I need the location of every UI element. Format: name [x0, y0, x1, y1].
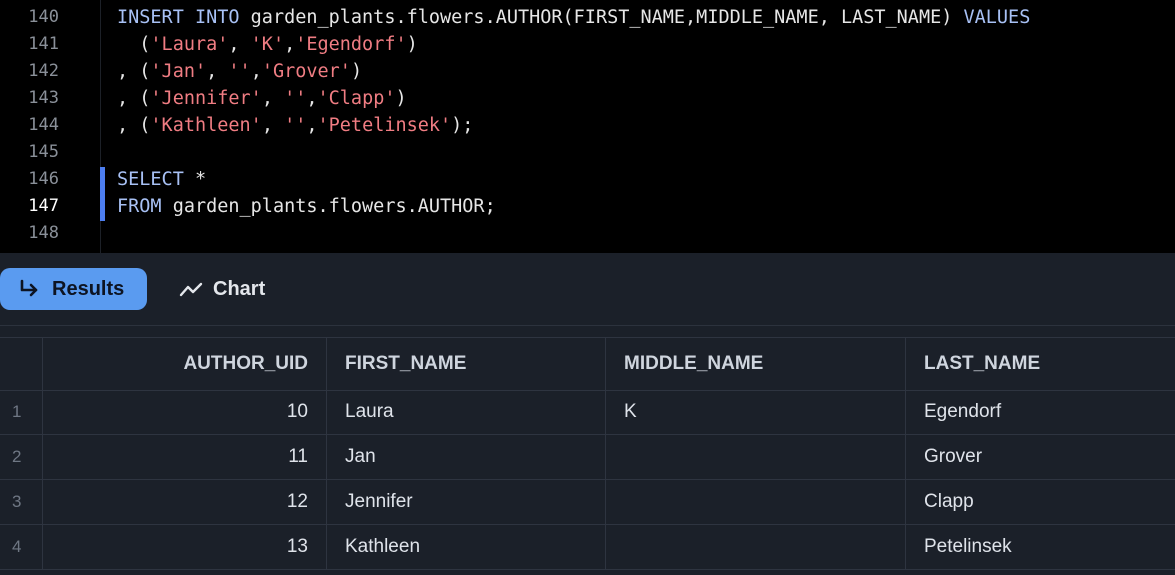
sql-text: , ( [117, 115, 151, 136]
sql-keyword: INSERT INTO [117, 7, 240, 28]
line-chart-icon [179, 279, 203, 299]
tab-chart[interactable]: Chart [161, 268, 291, 310]
table-row[interactable]: 3 12 Jennifer Clapp [0, 479, 1175, 525]
cell-last-name[interactable]: Egendorf [906, 389, 1175, 434]
sql-text: ); [451, 115, 474, 136]
sql-text: * [183, 169, 207, 190]
sql-text: , [261, 88, 285, 109]
line-number: 146 [28, 169, 59, 189]
table-row[interactable]: 1 10 Laura K Egendorf [0, 389, 1175, 435]
sql-text: garden_plants.flowers.AUTHOR; [161, 196, 496, 217]
sql-text: ) [406, 34, 418, 55]
row-index-header [0, 338, 43, 390]
line-number-active: 147 [28, 196, 59, 216]
sql-string: 'Petelinsek' [317, 115, 452, 136]
code-line[interactable]: , ('Jennifer', '','Clapp') [117, 85, 407, 112]
grid-header-row: AUTHOR_UID FIRST_NAME MIDDLE_NAME LAST_N… [0, 337, 1175, 391]
row-index: 1 [0, 389, 43, 434]
sql-string: 'Clapp' [317, 88, 396, 109]
sql-string: 'K' [250, 34, 285, 55]
column-header-first-name[interactable]: FIRST_NAME [327, 338, 606, 390]
line-number: 140 [28, 7, 59, 27]
cell-middle-name[interactable] [606, 524, 906, 569]
sql-keyword: SELECT [117, 169, 184, 190]
line-number: 148 [28, 223, 59, 243]
cell-first-name[interactable]: Kathleen [327, 524, 606, 569]
tab-chart-label: Chart [213, 277, 266, 300]
sql-string: '' [284, 88, 307, 109]
sql-text: , [306, 88, 318, 109]
cell-middle-name[interactable] [606, 479, 906, 524]
line-number-gutter: 140 141 142 143 144 145 146 147 148 [0, 0, 101, 253]
sql-text: , [261, 115, 285, 136]
sql-editor[interactable]: 140 141 142 143 144 145 146 147 148 INSE… [0, 0, 1175, 253]
tab-results[interactable]: Results [0, 268, 147, 310]
sql-text: garden_plants.flowers.AUTHOR(FIRST_NAME,… [239, 7, 964, 28]
cell-first-name[interactable]: Laura [327, 389, 606, 434]
line-number: 142 [28, 61, 59, 81]
sql-text: ( [117, 34, 151, 55]
cell-middle-name[interactable] [606, 434, 906, 479]
column-header-author-uid[interactable]: AUTHOR_UID [43, 338, 327, 390]
row-index: 4 [0, 524, 43, 569]
table-row[interactable]: 4 13 Kathleen Petelinsek [0, 524, 1175, 570]
sql-string: 'Jennifer' [150, 88, 262, 109]
results-grid: AUTHOR_UID FIRST_NAME MIDDLE_NAME LAST_N… [0, 337, 1175, 575]
cell-first-name[interactable]: Jan [327, 434, 606, 479]
code-line[interactable]: INSERT INTO garden_plants.flowers.AUTHOR… [117, 4, 1030, 31]
sql-string: 'Egendorf' [295, 34, 407, 55]
line-number: 144 [28, 115, 59, 135]
row-index: 2 [0, 434, 43, 479]
statement-selection-marker [100, 167, 105, 221]
line-number: 141 [28, 34, 59, 54]
cell-author-uid[interactable]: 10 [43, 389, 327, 434]
sql-string: 'Kathleen' [150, 115, 262, 136]
sql-text: , [228, 34, 251, 55]
sql-string: 'Laura' [150, 34, 229, 55]
sql-string: 'Jan' [150, 61, 207, 82]
cell-last-name[interactable]: Grover [906, 434, 1175, 479]
cell-last-name[interactable]: Petelinsek [906, 524, 1175, 569]
sql-text: , [250, 61, 262, 82]
line-number: 143 [28, 88, 59, 108]
cell-middle-name[interactable]: K [606, 389, 906, 434]
sql-keyword: VALUES [963, 7, 1031, 28]
sql-text: , ( [117, 88, 151, 109]
row-index: 3 [0, 479, 43, 524]
code-line[interactable]: ('Laura', 'K','Egendorf') [117, 31, 418, 58]
code-line[interactable]: , ('Kathleen', '','Petelinsek'); [117, 112, 473, 139]
code-line[interactable]: FROM garden_plants.flowers.AUTHOR; [117, 193, 496, 220]
cell-last-name[interactable]: Clapp [906, 479, 1175, 524]
sql-text: , [306, 115, 318, 136]
tab-results-label: Results [52, 277, 125, 300]
sql-string: 'Grover' [261, 61, 351, 82]
cell-author-uid[interactable]: 11 [43, 434, 327, 479]
column-header-last-name[interactable]: LAST_NAME [906, 338, 1175, 390]
code-line[interactable]: , ('Jan', '','Grover') [117, 58, 362, 85]
cell-author-uid[interactable]: 12 [43, 479, 327, 524]
code-line[interactable]: SELECT * [117, 166, 206, 193]
table-row[interactable]: 2 11 Jan Grover [0, 434, 1175, 480]
sql-text: , [284, 34, 296, 55]
cell-author-uid[interactable]: 13 [43, 524, 327, 569]
column-header-middle-name[interactable]: MIDDLE_NAME [606, 338, 906, 390]
return-arrow-icon [18, 278, 42, 300]
result-toolbar: Results Chart [0, 253, 1175, 326]
sql-string: '' [228, 61, 251, 82]
line-number: 145 [28, 142, 59, 162]
sql-string: '' [284, 115, 307, 136]
sql-text: , ( [117, 61, 151, 82]
sql-text: ) [395, 88, 407, 109]
sql-keyword: FROM [117, 196, 162, 217]
sql-text: ) [350, 61, 363, 82]
cell-first-name[interactable]: Jennifer [327, 479, 606, 524]
sql-text: , [206, 61, 229, 82]
